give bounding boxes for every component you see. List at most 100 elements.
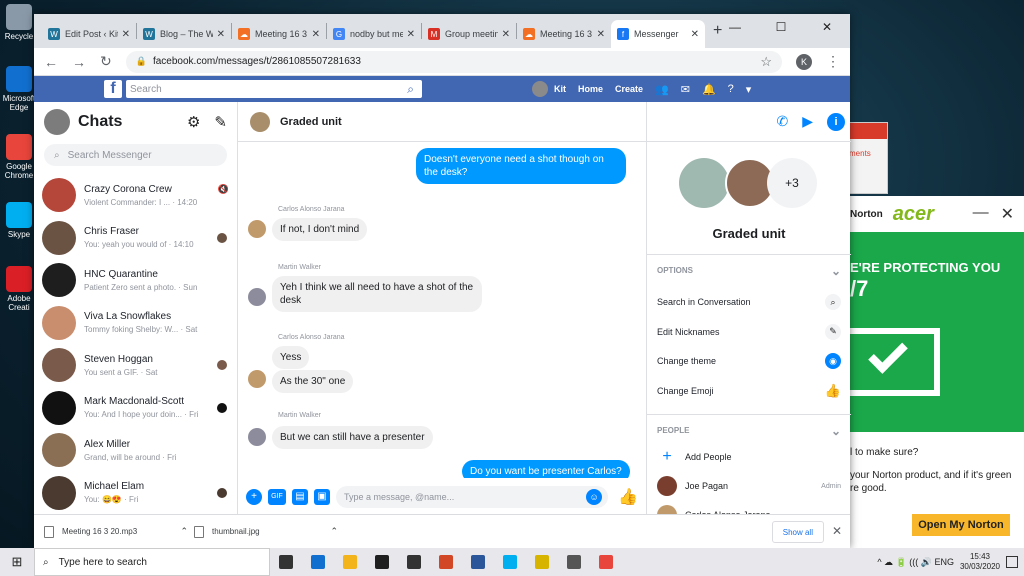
message-bubble[interactable]: But we can still have a presenter — [272, 426, 433, 449]
notifications-icon[interactable]: 🔔 — [702, 83, 716, 96]
like-icon[interactable]: 👍 — [618, 487, 638, 507]
clock[interactable]: 15:43 30/03/2020 — [960, 552, 1000, 572]
message-bubble[interactable]: Yeh I think we all need to have a shot o… — [272, 276, 482, 312]
tab-close-icon[interactable]: ✕ — [597, 29, 605, 40]
option-row[interactable]: Change Emoji 👍 — [647, 377, 851, 405]
taskbar-app-icon[interactable] — [302, 548, 334, 576]
sender-avatar[interactable] — [248, 220, 266, 238]
taskbar-app-icon[interactable] — [398, 548, 430, 576]
caret-down-icon[interactable]: ▾ — [746, 83, 752, 96]
tab-close-icon[interactable]: ✕ — [502, 29, 510, 40]
facebook-search-input[interactable]: Search ⌕ — [126, 80, 422, 98]
desktop-icon[interactable]: Adobe Creati — [2, 266, 36, 312]
chat-list-item[interactable]: HNC Quarantine Patient Zero sent a photo.… — [34, 259, 237, 302]
taskbar-app-icon[interactable] — [334, 548, 366, 576]
my-avatar[interactable] — [44, 109, 70, 135]
tab-close-icon[interactable]: ✕ — [407, 29, 415, 40]
chat-list-item[interactable]: Crazy Corona Crew Violent Commander: I ..… — [34, 174, 237, 217]
taskbar-app-icon[interactable] — [366, 548, 398, 576]
message-bubble[interactable]: As the 30" one — [272, 370, 354, 393]
maximize-button[interactable]: ☐ — [758, 14, 804, 40]
taskbar-app-icon[interactable] — [558, 548, 590, 576]
search-icon[interactable]: ⌕ — [407, 82, 414, 97]
plus-icon[interactable]: + — [246, 488, 262, 505]
browser-tab[interactable]: W Edit Post ‹ Kits ✕ — [42, 20, 136, 48]
notification-icon[interactable] — [1006, 556, 1018, 568]
chevron-up-icon[interactable]: ⌃ — [330, 526, 338, 537]
open-my-norton-button[interactable]: Open My Norton — [912, 514, 1010, 536]
browser-tab[interactable]: Gnodby but me ✕ — [327, 20, 421, 48]
group-avatar[interactable] — [250, 111, 270, 132]
browser-tab[interactable]: f Messenger ✕ — [611, 20, 705, 48]
sender-avatar[interactable] — [248, 288, 266, 306]
desktop-icon[interactable]: Skype — [2, 202, 36, 239]
start-button[interactable]: ⊞ — [0, 554, 34, 570]
add-people-button[interactable]: + Add People — [647, 443, 851, 471]
help-icon[interactable]: ? — [728, 83, 734, 95]
search-messenger-input[interactable]: ⌕ Search Messenger — [44, 144, 227, 166]
menu-icon[interactable]: ⋮ — [826, 53, 840, 70]
message-bubble[interactable]: Yess — [272, 346, 310, 369]
message-bubble[interactable]: If not, I don't mind — [272, 218, 368, 241]
message-bubble[interactable]: Do you want be presenter Carlos? — [462, 460, 630, 478]
chat-list-item[interactable]: Mark Macdonald-Scott You: And I hope your… — [34, 387, 237, 430]
phone-icon[interactable]: ✆ — [776, 113, 788, 130]
desktop-icon[interactable]: Recycle — [2, 4, 36, 41]
message-input[interactable]: Type a message, @name... ☺ — [336, 485, 609, 508]
chat-list-item[interactable]: Michael Elam You: 😄😍 · Fri — [34, 472, 237, 515]
taskbar-search-input[interactable]: ⌕ Type here to search — [34, 548, 270, 576]
gear-icon[interactable]: ⚙ — [187, 113, 200, 131]
options-header[interactable]: OPTIONS ⌄ — [647, 254, 851, 286]
emoji-icon[interactable]: ☺ — [586, 488, 603, 505]
people-header[interactable]: PEOPLE ⌄ — [647, 414, 851, 446]
facebook-logo[interactable]: f — [104, 80, 122, 98]
chat-list-item[interactable]: Steven Hoggan You sent a GIF. · Sat — [34, 344, 237, 387]
taskbar-app-icon[interactable] — [462, 548, 494, 576]
video-icon[interactable]: ▶ — [802, 113, 813, 130]
taskbar-app-icon[interactable] — [430, 548, 462, 576]
sender-avatar[interactable] — [248, 428, 266, 446]
messenger-icon[interactable]: ✉ — [681, 83, 690, 96]
option-row[interactable]: Edit Nicknames ✎ — [647, 318, 851, 346]
home-link[interactable]: Home — [578, 84, 603, 94]
chevron-up-icon[interactable]: ⌃ — [180, 526, 188, 537]
taskbar-app-icon[interactable] — [270, 548, 302, 576]
desktop-icon[interactable]: Microsoft Edge — [2, 66, 36, 112]
user-name-link[interactable]: Kit — [554, 84, 566, 94]
option-row[interactable]: Search in Conversation ⌕ — [647, 288, 851, 316]
close-downloads-icon[interactable]: ✕ — [832, 524, 842, 538]
reload-icon[interactable]: ↻ — [100, 53, 112, 70]
forward-icon[interactable]: → — [72, 54, 86, 70]
tab-close-icon[interactable]: ✕ — [691, 29, 699, 40]
download-item[interactable]: Meeting 16 3 20.mp3 ⌃ — [44, 525, 194, 538]
browser-tab[interactable]: M Group meetin ✕ — [422, 20, 516, 48]
person-row[interactable]: Joe Pagan Admin — [647, 472, 851, 500]
taskbar-app-icon[interactable] — [590, 548, 622, 576]
chat-list-item[interactable]: Alex Miller Grand, will be around · Fri — [34, 429, 237, 472]
taskbar-app-icon[interactable] — [526, 548, 558, 576]
photo-icon[interactable]: ▣ — [314, 488, 330, 505]
browser-tab[interactable]: ☁ Meeting 16 3 ✕ — [232, 20, 326, 48]
url-field[interactable]: 🔒 facebook.com/messages/t/28610855072816… — [125, 50, 782, 73]
desktop-icon[interactable]: Google Chrome — [2, 134, 36, 180]
chat-list-item[interactable]: Viva La Snowflakes Tommy foking Shelby: W… — [34, 302, 237, 345]
back-icon[interactable]: ← — [44, 54, 58, 70]
chat-list-item[interactable]: Chris Fraser You: yeah you would of · 14:… — [34, 217, 237, 260]
browser-tab[interactable]: ☁ Meeting 16 3 ✕ — [517, 20, 611, 48]
norton-minimize-button[interactable]: — — [973, 204, 989, 224]
compose-icon[interactable]: ✎ — [214, 113, 227, 131]
sticker-icon[interactable]: ▤ — [292, 488, 308, 505]
sender-avatar[interactable] — [248, 370, 266, 388]
tray-icons[interactable]: ^ ☁ 🔋 ((( 🔊 ENG — [877, 557, 954, 568]
download-item[interactable]: thumbnail.jpg ⌃ — [194, 525, 344, 538]
gif-button[interactable]: GIF — [268, 488, 286, 505]
close-button[interactable]: ✕ — [804, 14, 850, 40]
more-members-count[interactable]: +3 — [767, 158, 817, 208]
user-avatar[interactable] — [532, 81, 548, 97]
option-row[interactable]: Change theme ◉ — [647, 347, 851, 375]
star-icon[interactable]: ☆ — [760, 54, 772, 70]
minimize-button[interactable]: — — [712, 14, 758, 40]
norton-close-button[interactable]: ✕ — [1001, 204, 1014, 224]
profile-avatar[interactable]: K — [796, 53, 812, 70]
browser-tab[interactable]: W Blog – The Wa ✕ — [137, 20, 231, 48]
